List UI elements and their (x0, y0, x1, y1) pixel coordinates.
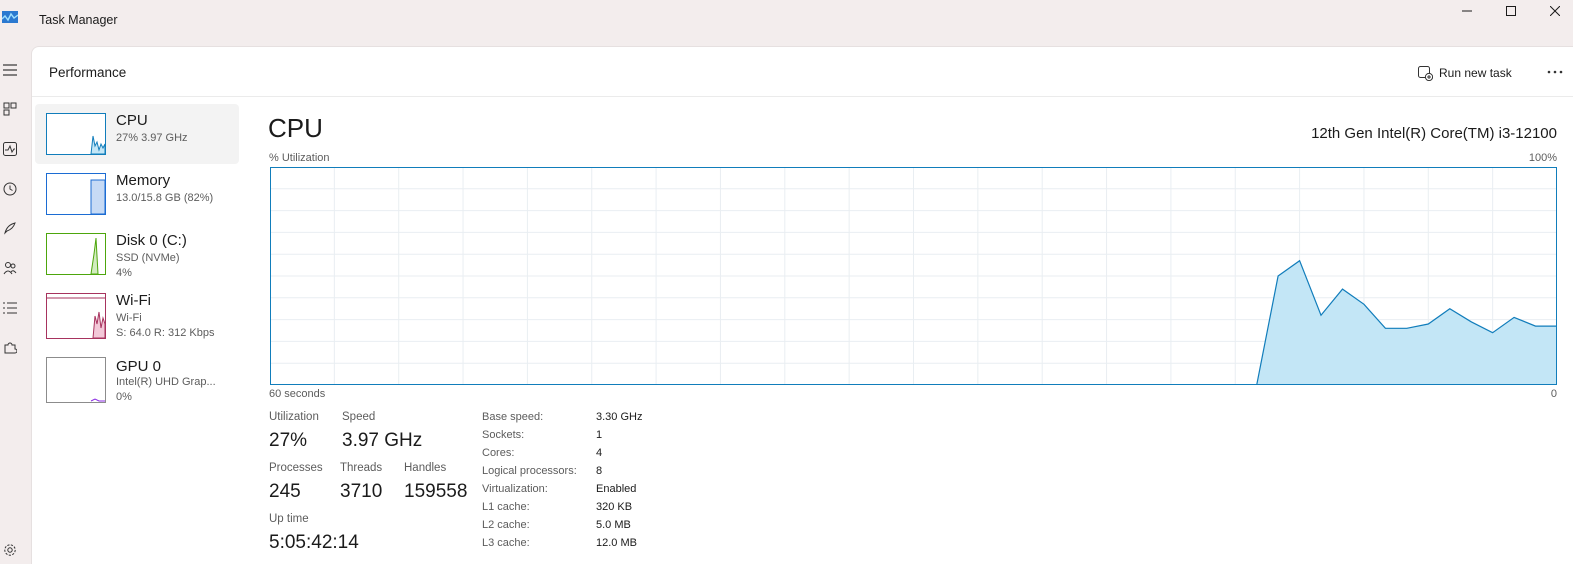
processes-icon (3, 102, 17, 116)
memory-thumbnail-graph (46, 173, 106, 215)
handles-label: Handles (404, 462, 447, 474)
navigation-rail (0, 42, 30, 564)
page-title: Performance (49, 65, 127, 80)
spec-value: 8 (596, 465, 603, 477)
min-axis-label: 0 (1550, 388, 1557, 400)
resource-detail: 13.0/15.8 GB (82%) (116, 192, 214, 204)
resource-throughput: S: 64.0 R: 312 Kbps (116, 327, 215, 339)
wifi-thumbnail-graph (46, 293, 106, 339)
spec-key: Logical processors: (482, 465, 577, 477)
details-list-icon (3, 302, 17, 314)
resource-item-memory[interactable]: Memory 13.0/15.8 GB (82%) (35, 164, 239, 224)
nav-settings[interactable] (0, 540, 20, 560)
spec-value: 5.0 MB (596, 519, 631, 531)
speed-value: 3.97 GHz (342, 430, 423, 451)
uptime-value: 5:05:42:14 (269, 532, 359, 553)
resource-name: Wi-Fi (116, 292, 151, 309)
resource-detail: Wi-Fi (116, 312, 142, 324)
resource-item-gpu[interactable]: GPU 0 Intel(R) UHD Grap... 0% (35, 350, 239, 410)
nav-users[interactable] (0, 258, 20, 278)
processes-value: 245 (269, 481, 301, 502)
services-puzzle-icon (4, 342, 17, 354)
title-bar: Task Manager (0, 0, 1573, 42)
close-icon (1550, 6, 1560, 16)
nav-services[interactable] (0, 338, 20, 358)
nav-app-history[interactable] (0, 179, 20, 199)
run-task-icon (1418, 65, 1433, 81)
utilization-axis-label: % Utilization (269, 152, 330, 164)
spec-key: L2 cache: (482, 519, 530, 531)
resource-item-cpu[interactable]: CPU 27% 3.97 GHz (35, 104, 239, 164)
resource-detail: SSD (NVMe) (116, 252, 180, 264)
processes-label: Processes (269, 462, 323, 474)
spec-value: 320 KB (596, 501, 633, 513)
utilization-label: Utilization (269, 411, 319, 423)
users-icon (3, 262, 17, 275)
resource-detail: Intel(R) UHD Grap... (116, 376, 216, 388)
resource-detail: 27% 3.97 GHz (116, 132, 188, 144)
spec-key: Cores: (482, 447, 515, 459)
resource-name: CPU (116, 112, 148, 129)
resource-name: Memory (116, 172, 171, 189)
spec-key: Virtualization: (482, 483, 548, 495)
resource-item-wifi[interactable]: Wi-Fi Wi-Fi S: 64.0 R: 312 Kbps (35, 284, 239, 350)
spec-value: 12.0 MB (596, 537, 637, 549)
run-new-task-label: Run new task (1439, 66, 1512, 80)
more-options-button[interactable] (1542, 61, 1568, 83)
ellipsis-icon (1547, 70, 1563, 74)
spec-value: 3.30 GHz (596, 411, 643, 423)
spec-value: 4 (596, 447, 603, 459)
minimize-icon (1462, 10, 1472, 12)
time-axis-label: 60 seconds (269, 388, 326, 400)
page-header: Performance Run new task (32, 47, 1573, 97)
spec-key: L1 cache: (482, 501, 530, 513)
hamburger-menu-button[interactable] (0, 60, 20, 80)
speed-label: Speed (342, 411, 376, 423)
hamburger-icon (3, 64, 17, 76)
close-button[interactable] (1532, 0, 1573, 22)
uptime-label: Up time (269, 513, 309, 525)
nav-processes[interactable] (0, 99, 20, 119)
cpu-utilization-graph (270, 167, 1557, 385)
utilization-value: 27% (269, 430, 308, 451)
max-axis-label: 100% (1528, 152, 1557, 164)
cpu-heading: CPU (268, 113, 323, 143)
history-icon (3, 182, 17, 196)
cpu-thumbnail-graph (46, 113, 106, 155)
resource-item-disk[interactable]: Disk 0 (C:) SSD (NVMe) 4% (35, 224, 239, 284)
gear-icon (4, 544, 16, 556)
resource-usage: 0% (116, 391, 132, 403)
nav-details[interactable] (0, 298, 20, 318)
maximize-icon (1506, 6, 1516, 16)
spec-key: Sockets: (482, 429, 525, 441)
handles-value: 159558 (404, 481, 468, 502)
disk-thumbnail-graph (46, 233, 106, 275)
run-new-task-button[interactable]: Run new task (1418, 62, 1512, 84)
utilization-area-fill (1256, 260, 1557, 385)
spec-value: 1 (596, 429, 603, 441)
nav-startup-apps[interactable] (0, 218, 20, 238)
resource-name: GPU 0 (116, 358, 162, 375)
cpu-model-name: 12th Gen Intel(R) Core(TM) i3-12100 (1311, 125, 1557, 142)
main-panel: Performance Run new task CPU 27% 3.97 GH… (31, 46, 1573, 564)
minimize-button[interactable] (1444, 0, 1490, 22)
nav-performance[interactable] (0, 139, 20, 159)
spec-value: Enabled (596, 483, 637, 495)
threads-value: 3710 (340, 481, 383, 502)
startup-icon (4, 222, 16, 235)
spec-key: Base speed: (482, 411, 544, 423)
task-manager-logo-icon (2, 11, 18, 23)
resource-list: CPU 27% 3.97 GHz Memory 13.0/15.8 GB (82… (35, 104, 240, 410)
gpu-thumbnail-graph (46, 357, 106, 403)
performance-icon (3, 142, 17, 156)
resource-name: Disk 0 (C:) (116, 232, 187, 249)
threads-label: Threads (340, 462, 383, 474)
spec-key: L3 cache: (482, 537, 530, 549)
resource-usage: 4% (116, 267, 132, 279)
maximize-button[interactable] (1488, 0, 1534, 22)
window-title: Task Manager (39, 13, 118, 27)
